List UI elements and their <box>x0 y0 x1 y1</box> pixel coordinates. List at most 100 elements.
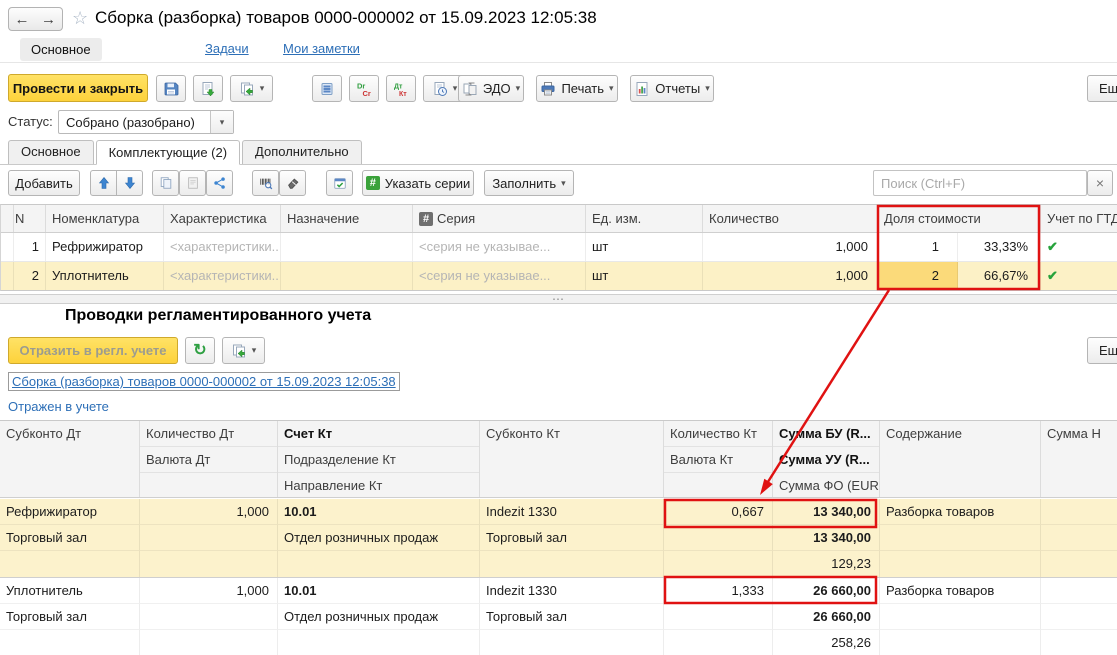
cell-empty[interactable] <box>1041 551 1117 577</box>
cell-cost-share-focused[interactable]: 2 <box>878 262 958 290</box>
cell-empty[interactable] <box>140 551 278 577</box>
cell-account-kt[interactable]: 10.01 <box>278 578 480 604</box>
cell-content[interactable]: Разборка товаров <box>880 578 1041 604</box>
cell-amount-nu[interactable] <box>1041 499 1117 525</box>
cell-cost-share-pct[interactable]: 66,67% <box>958 262 1041 290</box>
cell-empty[interactable] <box>664 630 773 655</box>
cell-unit[interactable]: шт <box>586 262 703 290</box>
status-dropdown-button[interactable]: ▾ <box>210 111 233 133</box>
search-clear-button[interactable]: × <box>1087 170 1113 196</box>
cell-empty[interactable] <box>1041 630 1117 655</box>
post-and-close-button[interactable]: Провести и закрыть <box>8 74 148 102</box>
cell-currency-dt[interactable] <box>140 604 278 630</box>
cell-empty[interactable] <box>664 551 773 577</box>
cell-quantity-dt[interactable]: 1,000 <box>140 499 278 525</box>
drcr-button[interactable]: Dr Cr <box>349 75 379 102</box>
cell-empty[interactable] <box>140 630 278 655</box>
cell-empty[interactable] <box>480 551 664 577</box>
barcode-scan-button[interactable] <box>252 170 279 196</box>
refresh-button[interactable]: ↻ <box>185 337 215 364</box>
add-button[interactable]: Добавить <box>8 170 80 196</box>
cell-subconto-dt[interactable]: Рефрижиратор <box>0 499 140 525</box>
cell-amount-uu[interactable]: 26 660,00 <box>773 604 880 630</box>
cell-amount-fo[interactable]: 258,26 <box>773 630 880 655</box>
document-link[interactable]: Сборка (разборка) товаров 0000-000002 от… <box>8 372 400 391</box>
cell-n[interactable]: 2 <box>9 262 46 290</box>
cell-content[interactable]: Разборка товаров <box>880 499 1041 525</box>
tab-additional[interactable]: Дополнительно <box>242 140 362 164</box>
cell-currency-kt[interactable] <box>664 604 773 630</box>
cell-gtd[interactable]: ✔ <box>1041 262 1117 290</box>
cell-characteristic[interactable]: <характеристики... <box>164 233 281 261</box>
cell-quantity-dt[interactable]: 1,000 <box>140 578 278 604</box>
cell-amount-bu[interactable]: 26 660,00 <box>773 578 880 604</box>
cell-content2[interactable] <box>880 604 1041 630</box>
components-row[interactable]: 1 Рефрижиратор <характеристики... <серия… <box>1 233 1117 262</box>
cell-amount-nu[interactable] <box>1041 578 1117 604</box>
edo-button[interactable]: ЭДО ▾ <box>458 75 524 102</box>
nav-tab-tasks[interactable]: Задачи <box>205 41 249 56</box>
fill-button[interactable]: Заполнить ▾ <box>484 170 574 196</box>
reflect-in-accounting-button[interactable]: Отразить в регл. учете <box>8 337 178 364</box>
cell-nomenclature[interactable]: Уплотнитель <box>46 262 164 290</box>
cell-direction-kt[interactable] <box>278 630 480 655</box>
move-down-button[interactable] <box>116 170 143 196</box>
search-input[interactable] <box>873 170 1087 196</box>
tab-main[interactable]: Основное <box>8 140 94 164</box>
posting-entry[interactable]: Уплотнитель 1,000 10.01 Indezit 1330 1,3… <box>0 578 1117 655</box>
cell-unit[interactable]: шт <box>586 233 703 261</box>
cell-series[interactable]: <серия не указывае... <box>413 262 586 290</box>
status-combobox[interactable]: Собрано (разобрано) ▾ <box>58 110 234 134</box>
cell-gtd[interactable]: ✔ <box>1041 233 1117 261</box>
cell-subconto-dt2[interactable]: Торговый зал <box>0 525 140 551</box>
favorite-star-icon[interactable]: ☆ <box>72 8 88 29</box>
cell-account-kt[interactable]: 10.01 <box>278 499 480 525</box>
cell-currency-dt[interactable] <box>140 525 278 551</box>
cell-n[interactable]: 1 <box>9 233 46 261</box>
cell-empty[interactable] <box>0 551 140 577</box>
print-button[interactable]: Печать ▾ <box>536 75 618 102</box>
delete-row-button[interactable] <box>179 170 206 196</box>
forward-button[interactable]: → <box>35 7 63 31</box>
cell-purpose[interactable] <box>281 262 413 290</box>
more-button[interactable]: Еще▾ <box>1087 75 1117 102</box>
cell-series[interactable]: <серия не указывае... <box>413 233 586 261</box>
cell-amount-uu[interactable]: 13 340,00 <box>773 525 880 551</box>
cell-subconto-kt[interactable]: Indezit 1330 <box>480 578 664 604</box>
tab-components[interactable]: Комплектующие (2) <box>95 140 241 165</box>
pick-from-list-button[interactable] <box>326 170 353 196</box>
cell-empty[interactable] <box>0 630 140 655</box>
sort-links-button[interactable] <box>206 170 233 196</box>
postings-more-button[interactable]: Еще▾ <box>1087 337 1117 364</box>
cell-currency-kt[interactable] <box>664 525 773 551</box>
cell-amount-bu[interactable]: 13 340,00 <box>773 499 880 525</box>
register-records-button[interactable] <box>312 75 342 102</box>
cell-empty[interactable] <box>880 551 1041 577</box>
cell-cost-share[interactable]: 1 <box>878 233 958 261</box>
nav-tab-notes[interactable]: Мои заметки <box>283 41 360 56</box>
clear-button[interactable] <box>279 170 306 196</box>
cell-subconto-dt[interactable]: Уплотнитель <box>0 578 140 604</box>
move-up-button[interactable] <box>90 170 117 196</box>
cell-quantity-kt[interactable]: 1,333 <box>664 578 773 604</box>
reports-button[interactable]: Отчеты ▾ <box>630 75 714 102</box>
posting-entry[interactable]: Рефрижиратор 1,000 10.01 Indezit 1330 0,… <box>0 499 1117 578</box>
postings-create-based-on-button[interactable]: ▾ <box>222 337 265 364</box>
cell-empty[interactable] <box>880 630 1041 655</box>
nav-tab-main[interactable]: Основное <box>20 38 102 61</box>
pane-splitter[interactable]: ⋯ <box>0 293 1117 305</box>
cell-quantity[interactable]: 1,000 <box>703 262 878 290</box>
cell-subconto-kt2[interactable]: Торговый зал <box>480 604 664 630</box>
cell-subconto-kt[interactable]: Indezit 1330 <box>480 499 664 525</box>
cell-empty[interactable] <box>1041 525 1117 551</box>
cell-quantity[interactable]: 1,000 <box>703 233 878 261</box>
cell-subconto-dt2[interactable]: Торговый зал <box>0 604 140 630</box>
dtkt-button[interactable]: Дт Кт <box>386 75 416 102</box>
cell-amount-fo[interactable]: 129,23 <box>773 551 880 577</box>
specify-series-button[interactable]: # Указать серии <box>362 170 474 196</box>
cell-characteristic[interactable]: <характеристики... <box>164 262 281 290</box>
cell-direction-kt[interactable] <box>278 551 480 577</box>
copy-row-button[interactable] <box>152 170 179 196</box>
components-row-selected[interactable]: 2 Уплотнитель <характеристики... <серия … <box>1 262 1117 290</box>
cell-purpose[interactable] <box>281 233 413 261</box>
